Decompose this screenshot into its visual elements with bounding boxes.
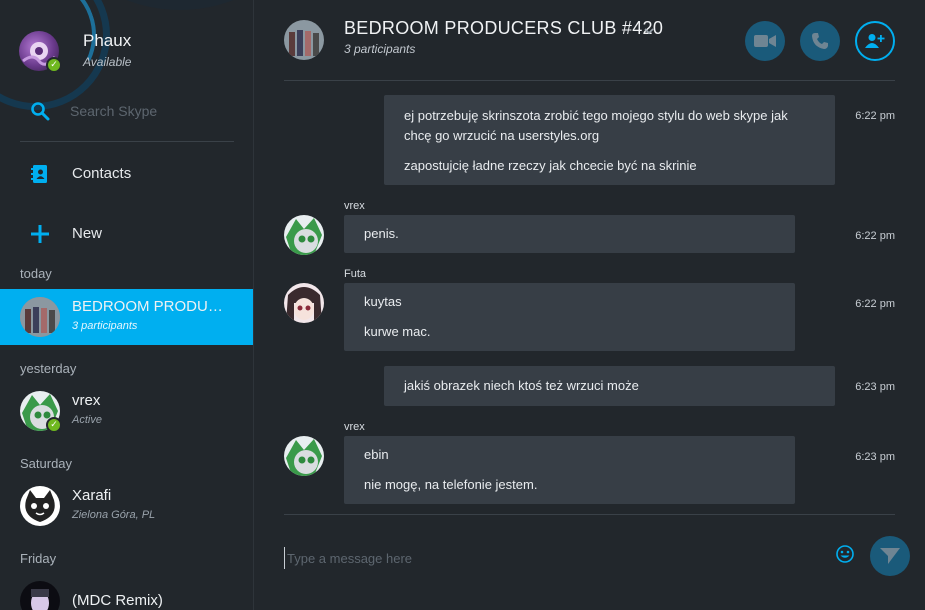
recents-group-label: yesterday <box>20 361 77 376</box>
message-sender: vrex <box>344 421 365 433</box>
audio-call-button[interactable] <box>800 21 840 61</box>
search-input[interactable] <box>70 100 230 122</box>
contact-avatar <box>20 486 60 526</box>
group-avatar[interactable] <box>284 20 324 60</box>
contact-avatar <box>20 581 60 610</box>
sender-avatar[interactable] <box>284 283 324 323</box>
plus-icon <box>31 225 49 243</box>
nav-new[interactable]: New <box>0 214 253 254</box>
message-timestamp: 6:23 pm <box>855 381 895 393</box>
sender-avatar[interactable] <box>284 215 324 255</box>
recent-conversation[interactable]: ✓ vrex Active <box>0 383 253 439</box>
video-call-button[interactable] <box>745 21 785 61</box>
message-sender: vrex <box>344 200 365 212</box>
message-text: nie mogę, na telefonie jestem. <box>364 477 538 492</box>
message-text: penis. <box>364 226 399 241</box>
message-timestamp: 6:22 pm <box>855 230 895 242</box>
conversation-title[interactable]: BEDROOM PRODUCERS CLUB #420 <box>344 18 663 39</box>
conversation-name: vrex <box>72 392 101 409</box>
search-bar[interactable] <box>20 92 234 142</box>
message-list: ej potrzebuję skrinszota zrobić tego moj… <box>284 82 895 514</box>
recents-group-label: Friday <box>20 551 57 566</box>
conversation-subtitle: Zielona Góra, PL <box>72 509 156 521</box>
add-person-icon <box>865 34 885 48</box>
sender-avatar[interactable] <box>284 436 324 476</box>
group-avatar <box>20 297 60 337</box>
chat-pane: BEDROOM PRODUCERS CLUB #420 3 participan… <box>255 0 925 610</box>
message-text: jakiś obrazek niech ktoś też wrzuci może <box>404 378 639 393</box>
sidebar: ✓ Phaux Available Contacts New today <box>0 0 254 610</box>
presence-available-icon: ✓ <box>46 57 62 73</box>
phone-icon <box>812 33 828 49</box>
conversation-name: BEDROOM PRODUCERS CLUB #420 <box>72 298 232 315</box>
smiley-icon[interactable] <box>835 544 855 564</box>
recent-conversation[interactable]: BEDROOM PRODUCERS CLUB #420 3 participan… <box>0 289 253 345</box>
message-text: chcę go wrzucić na userstyles.org <box>404 128 600 143</box>
message-input[interactable] <box>284 547 814 569</box>
message-timestamp: 6:22 pm <box>855 298 895 310</box>
message-text: ej potrzebuję skrinszota zrobić tego moj… <box>404 108 788 123</box>
nav-contacts-label: Contacts <box>72 165 132 182</box>
message-composer <box>284 514 910 610</box>
conversation-subtitle: 3 participants <box>72 320 138 332</box>
send-plane-icon <box>880 548 900 564</box>
message-text: kurwe mac. <box>364 324 431 339</box>
nav-contacts[interactable]: Contacts <box>0 154 253 194</box>
message-sender: Futa <box>344 268 367 280</box>
conversation-name: (MDC Remix) <box>72 592 163 609</box>
presence-active-icon: ✓ <box>46 417 62 433</box>
recents-group-label: Saturday <box>20 456 73 471</box>
chevron-down-icon[interactable] <box>644 27 654 35</box>
send-button[interactable] <box>870 536 910 576</box>
conversation-name: Xarafi <box>72 487 112 504</box>
message-bubble[interactable]: ej potrzebuję skrinszota zrobić tego moj… <box>384 95 835 185</box>
search-icon <box>31 102 50 121</box>
message-bubble[interactable]: ebin nie mogę, na telefonie jestem. <box>344 436 795 504</box>
message-text: ebin <box>364 447 389 462</box>
recent-conversation[interactable]: Xarafi Zielona Góra, PL <box>0 478 253 534</box>
message-bubble[interactable]: kuytas kurwe mac. <box>344 283 795 351</box>
message-timestamp: 6:22 pm <box>855 110 895 122</box>
recents-group-label: today <box>20 266 52 281</box>
profile-name[interactable]: Phaux <box>83 31 131 51</box>
contacts-book-icon <box>31 165 47 183</box>
participant-count[interactable]: 3 participants <box>344 42 415 56</box>
message-text: kuytas <box>364 294 402 309</box>
profile-status[interactable]: Available <box>83 55 131 69</box>
chat-header: BEDROOM PRODUCERS CLUB #420 3 participan… <box>284 0 895 81</box>
message-timestamp: 6:23 pm <box>855 451 895 463</box>
nav-new-label: New <box>72 225 103 242</box>
message-bubble[interactable]: jakiś obrazek niech ktoś też wrzuci może <box>384 366 835 406</box>
conversation-subtitle: Active <box>72 414 102 426</box>
recent-conversation[interactable]: (MDC Remix) <box>0 573 253 610</box>
message-bubble[interactable]: penis. <box>344 215 795 253</box>
message-text: zapostujcię ładne rzeczy jak chcecie być… <box>404 158 697 173</box>
header-decoration <box>80 0 253 10</box>
add-participants-button[interactable] <box>855 21 895 61</box>
video-camera-icon <box>754 35 776 47</box>
